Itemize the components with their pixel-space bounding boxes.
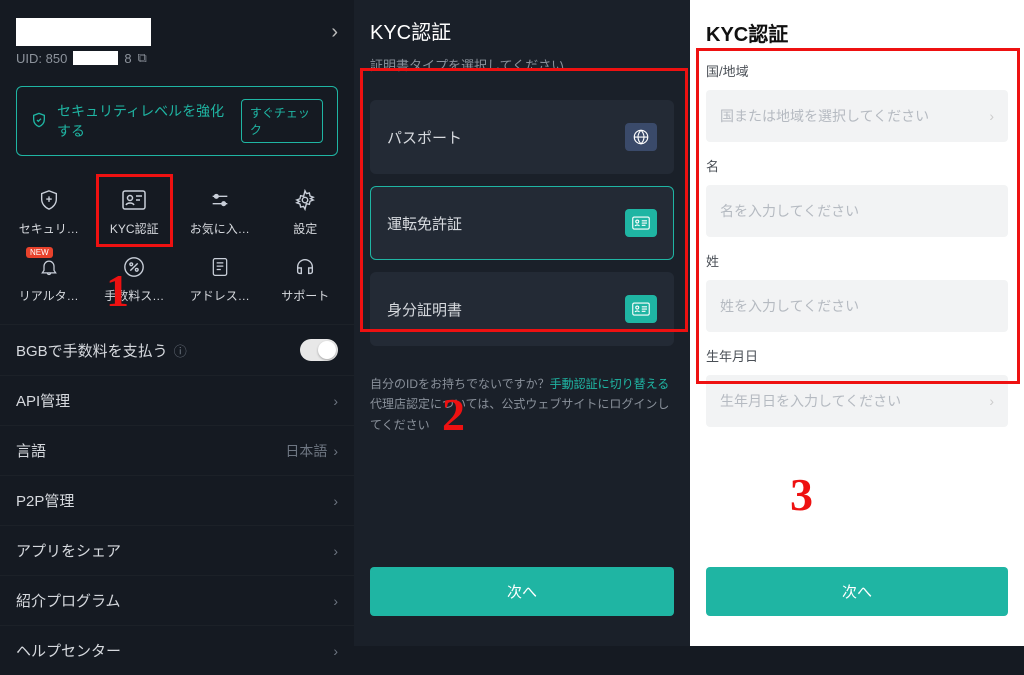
grid-kyc[interactable]: KYC認証	[92, 178, 178, 245]
field-label: 生年月日	[706, 346, 1008, 365]
uid-prefix: UID: 850	[16, 51, 67, 66]
grid-realtime[interactable]: NEW リアルタ…	[6, 245, 92, 312]
profile-chevron-icon[interactable]: ›	[331, 21, 338, 44]
field-label: 国/地域	[706, 61, 1008, 80]
security-banner[interactable]: セキュリティレベルを強化する すぐチェック	[16, 86, 338, 156]
shield-check-icon	[31, 112, 47, 131]
grid-address[interactable]: アドレス…	[177, 245, 263, 312]
chevron-right-icon: ›	[333, 493, 338, 509]
row-label: アプリをシェア	[16, 540, 121, 561]
next-button[interactable]: 次へ	[370, 567, 674, 616]
grid-label: セキュリ…	[19, 220, 79, 237]
grid-label: リアルタ…	[19, 287, 79, 304]
grid-fees[interactable]: 手数料ス…	[92, 245, 178, 312]
chevron-right-icon: ›	[989, 393, 994, 409]
row-label: P2P管理	[16, 490, 74, 511]
grid-label: サポート	[281, 287, 329, 304]
grid-favorites[interactable]: お気に入…	[177, 178, 263, 245]
row-label: 言語	[16, 440, 46, 461]
language-value: 日本語	[285, 441, 327, 461]
doc-option-passport[interactable]: パスポート	[370, 100, 674, 174]
security-banner-text: セキュリティレベルを強化する	[57, 101, 231, 141]
chevron-right-icon: ›	[333, 393, 338, 409]
id-icon	[625, 295, 657, 323]
row-label: 紹介プログラム	[16, 590, 121, 611]
uid-row: UID: 850 8 ⧉	[16, 50, 338, 66]
grid-label: お気に入…	[190, 220, 250, 237]
shield-plus-icon	[35, 186, 63, 214]
row-bgb-fee[interactable]: BGBで手数料を支払う ⓘ	[0, 324, 354, 375]
settings-list: BGBで手数料を支払う ⓘ API管理 › 言語 日本語 › P2P管理 › アプ…	[0, 324, 354, 675]
help-rest: 代理店認定については、公式ウェブサイトにログインしてください	[370, 397, 669, 431]
settings-panel: › UID: 850 8 ⧉ セキュリティレベルを強化する すぐチェック セキュ…	[0, 0, 354, 646]
option-label: パスポート	[387, 127, 462, 148]
row-api[interactable]: API管理 ›	[0, 375, 354, 425]
row-language[interactable]: 言語 日本語 ›	[0, 425, 354, 475]
globe-icon	[625, 123, 657, 151]
option-label: 身分証明書	[387, 299, 462, 320]
kyc-doc-type-panel: KYC認証 証明書タイプを選択してください パスポート 運転免許証 身分証明書 …	[354, 0, 690, 646]
country-select[interactable]: 国または地域を選択してください ›	[706, 90, 1008, 142]
row-label: API管理	[16, 390, 70, 411]
gear-icon	[291, 186, 319, 214]
row-referral[interactable]: 紹介プログラム ›	[0, 575, 354, 625]
page-subtitle: 証明書タイプを選択してください	[354, 55, 690, 88]
chevron-right-icon: ›	[333, 643, 338, 659]
uid-suffix: 8	[124, 51, 131, 66]
placeholder: 名を入力してください	[720, 201, 859, 221]
license-icon	[625, 209, 657, 237]
new-badge: NEW	[26, 247, 53, 258]
grid-label: アドレス…	[190, 287, 250, 304]
row-label: BGBで手数料を支払う	[16, 340, 168, 361]
profile-header: › UID: 850 8 ⧉	[0, 0, 354, 74]
firstname-input[interactable]: 名を入力してください	[706, 185, 1008, 237]
kyc-form-panel: KYC認証 国/地域 国または地域を選択してください › 名 名を入力してくださ…	[690, 0, 1024, 646]
field-firstname: 名 名を入力してください	[690, 156, 1024, 251]
step-number-3: 3	[790, 468, 813, 521]
manual-auth-link[interactable]: 手動認証に切り替える	[550, 377, 670, 391]
doc-option-license[interactable]: 運転免許証	[370, 186, 674, 260]
copy-icon[interactable]: ⧉	[138, 50, 147, 66]
row-label: ヘルプセンター	[16, 640, 121, 661]
quick-actions-grid: セキュリ… KYC認証 お気に入… 設定 NEW リアルタ… 手数料ス… アドレ…	[0, 168, 354, 318]
step-number-2: 2	[442, 388, 465, 441]
dob-input[interactable]: 生年月日を入力してください ›	[706, 375, 1008, 427]
grid-settings[interactable]: 設定	[263, 178, 349, 245]
grid-label: 設定	[293, 220, 317, 237]
highlight-box	[96, 174, 174, 247]
field-label: 姓	[706, 251, 1008, 270]
chevron-right-icon: ›	[989, 108, 994, 124]
row-p2p[interactable]: P2P管理 ›	[0, 475, 354, 525]
placeholder: 生年月日を入力してください	[720, 391, 901, 411]
doc-option-id[interactable]: 身分証明書	[370, 272, 674, 346]
row-help[interactable]: ヘルプセンター ›	[0, 625, 354, 675]
help-text: 自分のIDをお持ちでないですか？手動認証に切り替える 代理店認定については、公式…	[354, 358, 690, 451]
lastname-input[interactable]: 姓を入力してください	[706, 280, 1008, 332]
next-button[interactable]: 次へ	[706, 567, 1008, 616]
field-label: 名	[706, 156, 1008, 175]
headset-icon	[291, 253, 319, 281]
page-title: KYC認証	[690, 0, 1024, 61]
step-number-1: 1	[106, 264, 129, 317]
grid-support[interactable]: サポート	[263, 245, 349, 312]
info-icon[interactable]: ⓘ	[174, 341, 187, 360]
chevron-right-icon: ›	[333, 443, 338, 459]
security-check-button[interactable]: すぐチェック	[241, 99, 323, 143]
placeholder: 姓を入力してください	[720, 296, 859, 316]
username-masked	[16, 18, 151, 46]
row-share[interactable]: アプリをシェア ›	[0, 525, 354, 575]
chevron-right-icon: ›	[333, 593, 338, 609]
placeholder: 国または地域を選択してください	[720, 106, 929, 126]
bgb-toggle[interactable]	[300, 339, 338, 361]
sliders-icon	[206, 186, 234, 214]
uid-masked	[73, 51, 118, 65]
option-label: 運転免許証	[387, 213, 462, 234]
field-lastname: 姓 姓を入力してください	[690, 251, 1024, 346]
field-country: 国/地域 国または地域を選択してください ›	[690, 61, 1024, 156]
chevron-right-icon: ›	[333, 543, 338, 559]
page-title: KYC認証	[354, 0, 690, 55]
field-dob: 生年月日 生年月日を入力してください ›	[690, 346, 1024, 441]
grid-security[interactable]: セキュリ…	[6, 178, 92, 245]
addressbook-icon	[206, 253, 234, 281]
